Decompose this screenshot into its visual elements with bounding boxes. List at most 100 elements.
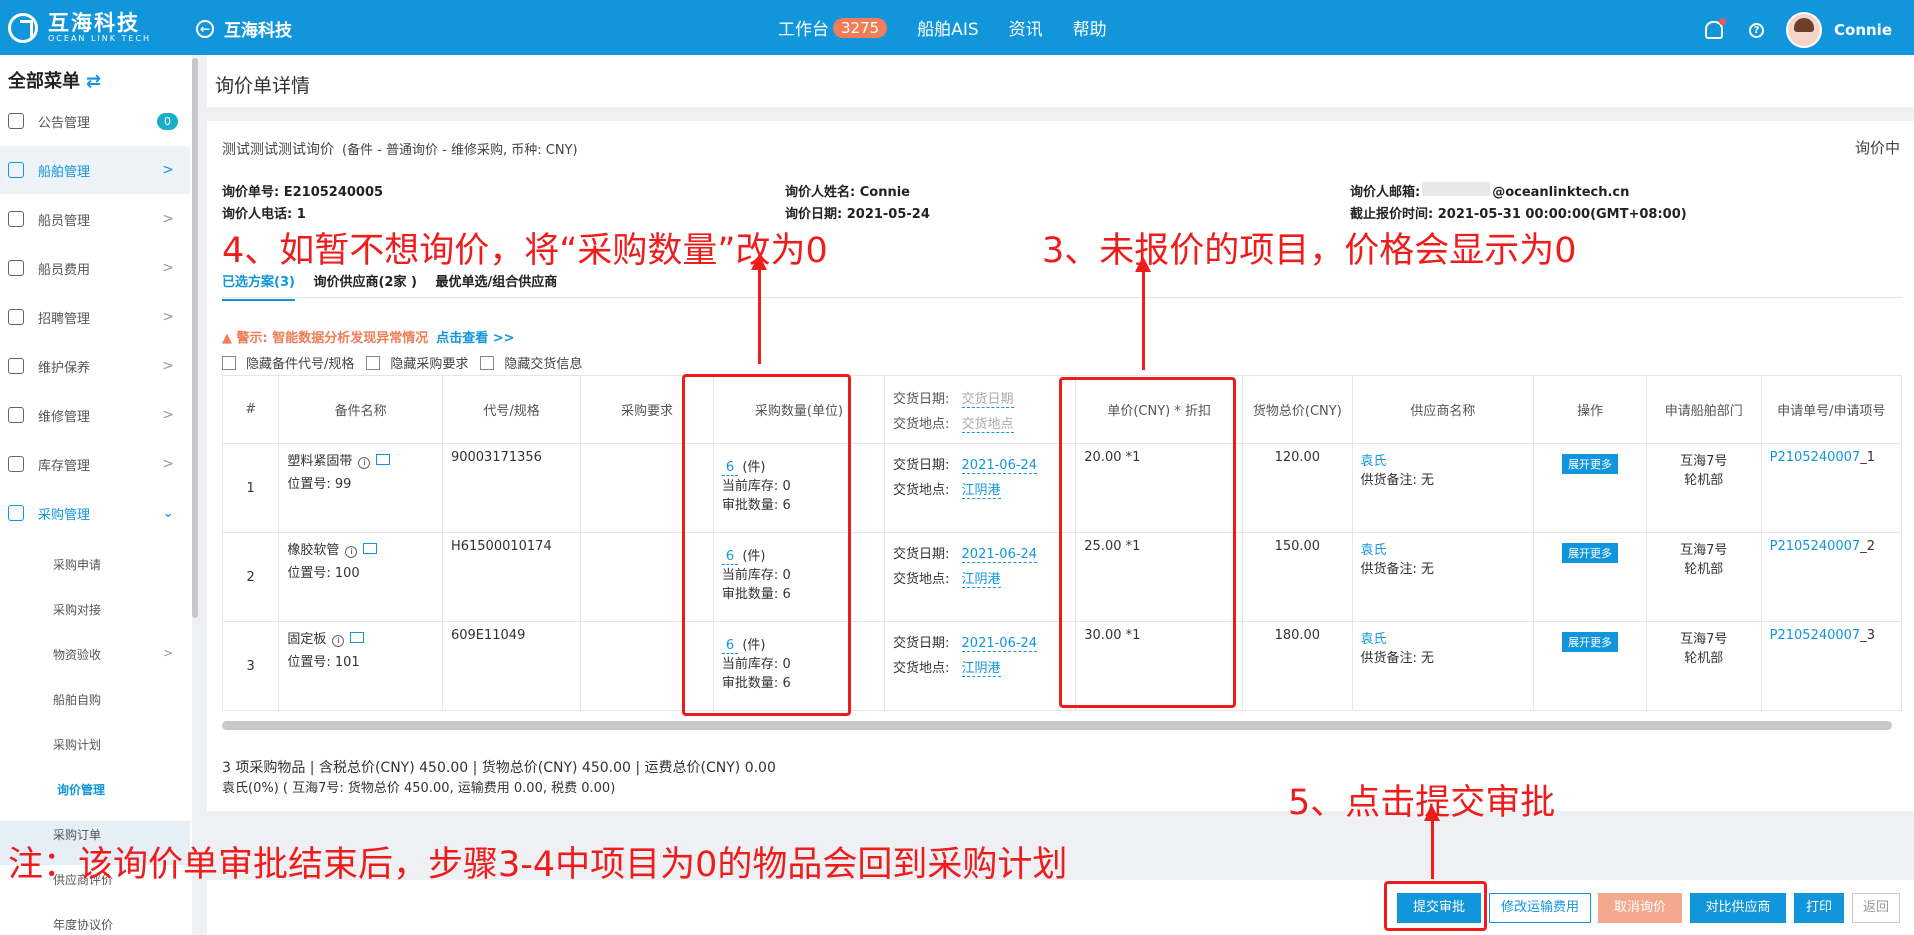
warning-link[interactable]: 点击查看 >> bbox=[436, 331, 514, 346]
nav-label: 船舶AIS bbox=[917, 20, 979, 40]
back-arrow-icon: ← bbox=[196, 19, 214, 38]
supplier-cell: 袁氏供货备注: 无 bbox=[1351, 532, 1535, 622]
warning-bar: ▲ 警示: 智能数据分析发现异常情况 点击查看 >> bbox=[222, 327, 515, 346]
sidebar-item-recruit[interactable]: 招聘管理 > bbox=[0, 293, 190, 341]
hide-requirement-checkbox[interactable]: 隐藏采购要求 bbox=[366, 353, 468, 372]
application-link[interactable]: P2105240007 bbox=[1770, 628, 1861, 643]
nav-ais[interactable]: 船舶AIS bbox=[917, 15, 978, 40]
item-code: H61500010174 bbox=[441, 532, 582, 622]
sidebar-sub-item[interactable]: 采购对接 bbox=[53, 601, 101, 618]
total-cell: 150.00 bbox=[1242, 532, 1353, 622]
hide-code-checkbox[interactable]: 隐藏备件代号/规格 bbox=[222, 353, 354, 372]
application-link[interactable]: P2105240007 bbox=[1770, 450, 1861, 465]
application-cell: P2105240007_2 bbox=[1760, 532, 1903, 622]
delivery-date-placeholder[interactable]: 交货日期 bbox=[961, 391, 1014, 408]
avatar[interactable] bbox=[1786, 12, 1822, 48]
tab-suppliers[interactable]: 询价供应商(2家 ) bbox=[313, 275, 416, 290]
supplier-link[interactable]: 袁氏 bbox=[1361, 539, 1526, 558]
warning-text: 警示: 智能数据分析发现异常情况 bbox=[236, 331, 429, 346]
sidebar-item-crew[interactable]: 船员管理 > bbox=[0, 195, 190, 243]
delivery-date-input[interactable]: 2021-06-24 bbox=[961, 547, 1038, 563]
cancel-inquiry-button[interactable]: 取消询价 bbox=[1598, 893, 1682, 923]
logo[interactable]: 互海科技 OCEAN LINK TECH bbox=[8, 9, 151, 47]
compare-suppliers-button[interactable]: 对比供应商 bbox=[1690, 893, 1786, 923]
col-name: 备件名称 bbox=[278, 375, 443, 444]
back-button[interactable]: ← 互海科技 bbox=[196, 16, 292, 41]
sidebar-item-ship[interactable]: 船舶管理 > bbox=[0, 146, 190, 194]
supplier-remark: 供货备注: 无 bbox=[1360, 562, 1435, 577]
expand-more-button[interactable]: 展开更多 bbox=[1562, 632, 1619, 652]
table-scrollbar[interactable] bbox=[222, 721, 1892, 730]
user-area: ? Connie bbox=[1705, 12, 1892, 48]
annotation-box-quantity bbox=[682, 374, 851, 716]
item-name: 塑料紧固带 bbox=[287, 454, 353, 469]
info-icon[interactable]: i bbox=[358, 457, 371, 469]
expand-more-button[interactable]: 展开更多 bbox=[1562, 454, 1619, 474]
edit-freight-button[interactable]: 修改运输费用 bbox=[1489, 893, 1591, 923]
tab-best-supplier[interactable]: 最优单选/组合供应商 bbox=[435, 275, 557, 290]
sidebar-item-inventory[interactable]: 库存管理 > bbox=[0, 440, 190, 488]
sidebar-item-notice[interactable]: 公告管理 0 bbox=[0, 97, 190, 145]
position-label: 位置号: bbox=[287, 655, 335, 670]
delivery-place-input[interactable]: 江阴港 bbox=[961, 661, 1001, 677]
delivery-date-input[interactable]: 2021-06-24 bbox=[961, 458, 1038, 474]
application-item: _2 bbox=[1860, 539, 1875, 554]
info-icon[interactable]: i bbox=[345, 546, 358, 558]
user-name[interactable]: Connie bbox=[1834, 21, 1892, 39]
info-icon[interactable]: i bbox=[332, 635, 345, 647]
ship-name: 互海7号 bbox=[1680, 632, 1728, 647]
sidebar-item-purchase[interactable]: 采购管理 ⌄ bbox=[0, 489, 190, 537]
chevron-right-icon: > bbox=[162, 358, 174, 374]
sidebar-sub-item[interactable]: 船舶自购 bbox=[53, 691, 101, 708]
chevron-right-icon: > bbox=[162, 456, 174, 472]
nav-workbench[interactable]: 工作台 3275 bbox=[778, 15, 888, 40]
nav-help[interactable]: 帮助 bbox=[1073, 15, 1107, 40]
image-icon[interactable] bbox=[350, 632, 365, 643]
inquiry-meta: (备件 - 普通询价 - 维修采购, 币种: CNY) bbox=[342, 143, 578, 158]
sidebar-item-label: 招聘管理 bbox=[38, 311, 91, 327]
summary-detail: 袁氏(0%) ( 互海7号: 货物总价 450.00, 运输费用 0.00, 税… bbox=[222, 781, 616, 796]
supplier-link[interactable]: 袁氏 bbox=[1361, 628, 1526, 647]
sidebar-sub-label: 物资验收 bbox=[53, 648, 102, 662]
delivery-place-input[interactable]: 江阴港 bbox=[961, 572, 1001, 588]
operation-cell: 展开更多 bbox=[1533, 532, 1647, 622]
sidebar-title: 全部菜单 ⇄ bbox=[8, 67, 101, 93]
sidebar-item-repair[interactable]: 维修管理 > bbox=[0, 391, 190, 439]
sidebar-sub-item[interactable]: 采购申请 bbox=[53, 556, 101, 573]
item-code: 609E11049 bbox=[441, 621, 582, 711]
bell-icon[interactable] bbox=[1705, 18, 1726, 39]
supplier-cell: 袁氏 供货备注: 无 bbox=[1351, 443, 1535, 533]
help-icon[interactable]: ? bbox=[1749, 22, 1764, 38]
delivery-date-label: 交货日期: bbox=[893, 636, 950, 651]
delivery-place-input[interactable]: 江阴港 bbox=[961, 483, 1001, 499]
sidebar-item-label: 维护保养 bbox=[38, 360, 91, 376]
application-link[interactable]: P2105240007 bbox=[1770, 539, 1861, 554]
expand-more-button[interactable]: 展开更多 bbox=[1562, 543, 1619, 563]
page-title: 询价单详情 bbox=[215, 75, 311, 97]
image-icon[interactable] bbox=[363, 543, 378, 554]
supplier-link[interactable]: 袁氏 bbox=[1361, 450, 1526, 469]
sidebar-scrollbar[interactable] bbox=[192, 58, 198, 618]
sidebar-sub-item-with-arrow[interactable]: 物资验收 > bbox=[53, 646, 173, 663]
anchor-icon bbox=[8, 162, 24, 178]
delivery-place-placeholder[interactable]: 交货地点 bbox=[961, 416, 1014, 433]
annotation-arrow-price bbox=[1135, 256, 1151, 370]
image-icon[interactable] bbox=[376, 454, 391, 465]
sidebar-item-maintenance[interactable]: 维护保养 > bbox=[0, 342, 190, 390]
return-button[interactable]: 返回 bbox=[1852, 893, 1900, 923]
nav-news[interactable]: 资讯 bbox=[1009, 15, 1043, 40]
application-cell: P2105240007_3 bbox=[1760, 621, 1903, 711]
sidebar-item-crew-cost[interactable]: 船员费用 > bbox=[0, 244, 190, 292]
sidebar-sub-item-active[interactable]: 询价管理 bbox=[57, 781, 105, 798]
delivery-date-label: 交货日期: bbox=[893, 547, 950, 562]
inquiry-date: 询价日期: 2021-05-24 bbox=[785, 207, 930, 222]
print-button[interactable]: 打印 bbox=[1794, 893, 1844, 923]
sidebar-sub-item[interactable]: 年度协议价 bbox=[53, 916, 113, 933]
sidebar-title-text: 全部菜单 bbox=[8, 71, 80, 92]
top-bar: 互海科技 OCEAN LINK TECH ← 互海科技 工作台 3275 船舶AI… bbox=[0, 0, 1914, 55]
switch-icon[interactable]: ⇄ bbox=[86, 71, 101, 92]
hide-delivery-checkbox[interactable]: 隐藏交货信息 bbox=[480, 353, 582, 372]
delivery-date-input[interactable]: 2021-06-24 bbox=[961, 636, 1038, 652]
col-department: 申请船舶部门 bbox=[1645, 375, 1762, 444]
sidebar-sub-item[interactable]: 采购计划 bbox=[53, 736, 101, 753]
